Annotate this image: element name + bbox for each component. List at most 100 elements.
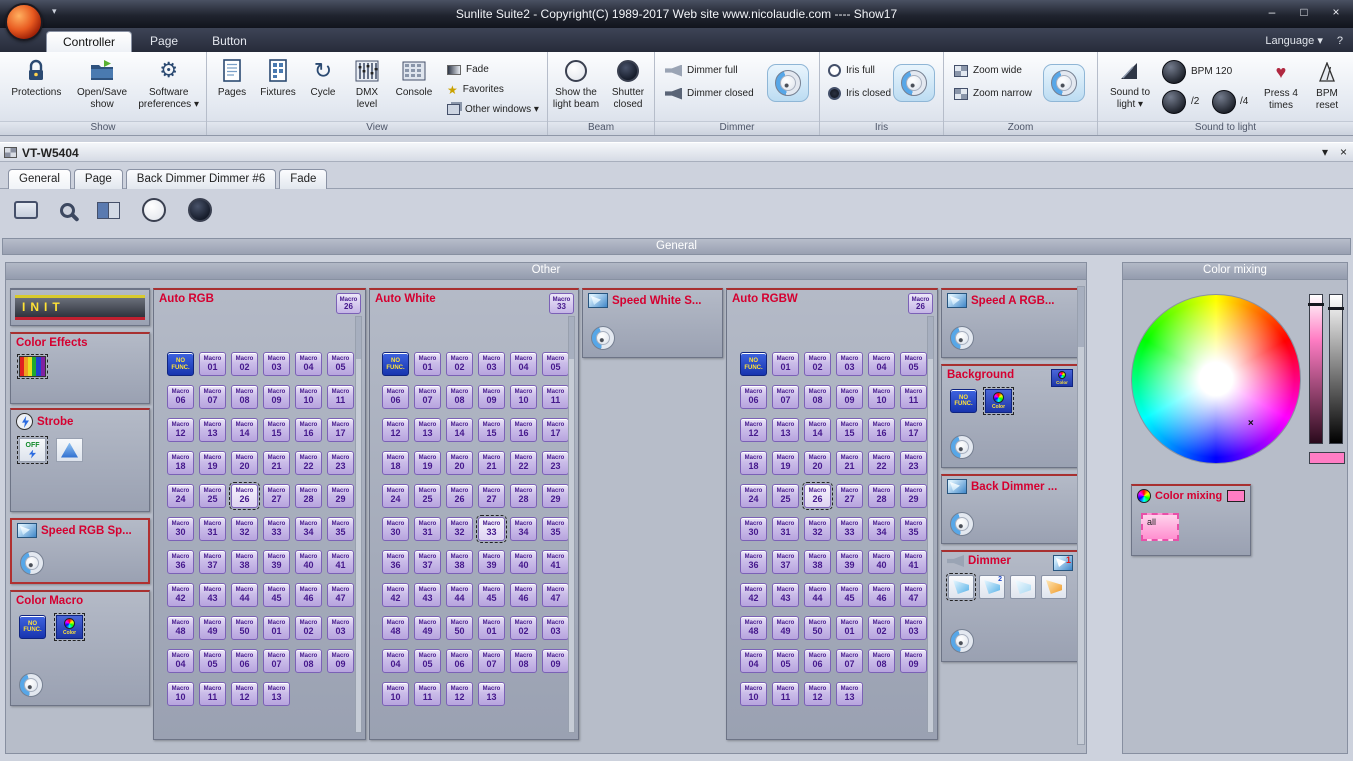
- show-light-beam-button[interactable]: Show the light beam: [551, 57, 601, 110]
- macro-button[interactable]: Macro 09: [478, 385, 505, 409]
- color-macro-knob[interactable]: [19, 673, 43, 697]
- macro-button[interactable]: Macro 26: [446, 484, 473, 508]
- macro-button[interactable]: Macro 26: [802, 482, 833, 510]
- macro-button[interactable]: Macro 12: [804, 682, 831, 706]
- macro-button[interactable]: Macro 36: [382, 550, 409, 574]
- macro-button[interactable]: Macro 17: [542, 418, 569, 442]
- macro-button[interactable]: Macro 16: [295, 418, 322, 442]
- no-func-button[interactable]: NO FUNC.: [19, 615, 46, 639]
- macro-button[interactable]: Macro 06: [804, 649, 831, 673]
- macro-button[interactable]: Macro 39: [263, 550, 290, 574]
- fixtures-button[interactable]: Fixtures: [255, 57, 301, 118]
- console-button[interactable]: Console: [391, 57, 437, 118]
- macro-button[interactable]: Macro 03: [263, 352, 290, 376]
- macro-button[interactable]: Macro 29: [542, 484, 569, 508]
- macro-button[interactable]: Macro 37: [199, 550, 226, 574]
- quick-access-caret[interactable]: ▾: [52, 6, 57, 17]
- window-collapse-button[interactable]: ▾: [1322, 145, 1328, 159]
- init-button[interactable]: INIT: [15, 295, 145, 320]
- macro-button[interactable]: Macro 06: [382, 385, 409, 409]
- macro-button[interactable]: Macro 46: [295, 583, 322, 607]
- macro-button[interactable]: Macro 32: [231, 517, 258, 541]
- macro-button[interactable]: Macro 47: [542, 583, 569, 607]
- macro-button[interactable]: Macro 28: [510, 484, 537, 508]
- color-effect-button[interactable]: [17, 354, 48, 379]
- macro-button[interactable]: Macro 09: [900, 649, 927, 673]
- favorites-button[interactable]: ★ Favorites: [447, 81, 539, 98]
- window-close-button[interactable]: ×: [1340, 145, 1347, 159]
- macro-button[interactable]: Macro 25: [199, 484, 226, 508]
- zoom-narrow-button[interactable]: Zoom narrow: [954, 85, 1032, 102]
- macro-button[interactable]: Macro 47: [327, 583, 354, 607]
- macro-button[interactable]: Macro 41: [542, 550, 569, 574]
- macro-button[interactable]: Macro 04: [868, 352, 895, 376]
- macro-button[interactable]: Macro 06: [446, 649, 473, 673]
- back-dimmer-knob[interactable]: [950, 512, 974, 536]
- speed-a-knob[interactable]: [950, 326, 974, 350]
- macro-button[interactable]: Macro 32: [446, 517, 473, 541]
- macro-button[interactable]: Macro 50: [804, 616, 831, 640]
- cycle-button[interactable]: ↻ Cycle: [303, 57, 343, 118]
- macro-button[interactable]: Macro 35: [542, 517, 569, 541]
- split-view-icon[interactable]: [97, 201, 120, 219]
- macro-button[interactable]: Macro 38: [446, 550, 473, 574]
- macro-button[interactable]: Macro 08: [231, 385, 258, 409]
- macro-button[interactable]: Macro 07: [263, 649, 290, 673]
- macro-button[interactable]: Macro 45: [263, 583, 290, 607]
- macro-button[interactable]: Macro 23: [900, 451, 927, 475]
- macro-button[interactable]: Macro 16: [510, 418, 537, 442]
- pages-button[interactable]: Pages: [211, 57, 253, 118]
- other-panel-scrollbar[interactable]: [1077, 286, 1085, 745]
- background-knob[interactable]: [950, 435, 974, 459]
- macro-button[interactable]: Macro 25: [414, 484, 441, 508]
- macro-button[interactable]: Macro 49: [199, 616, 226, 640]
- macro-button[interactable]: Macro 28: [295, 484, 322, 508]
- macro-button[interactable]: Macro 03: [542, 616, 569, 640]
- ribbon-tab-controller[interactable]: Controller: [46, 31, 133, 52]
- macro-button[interactable]: Macro 46: [868, 583, 895, 607]
- macro-button[interactable]: Macro 10: [740, 682, 767, 706]
- bpm-knob[interactable]: [1162, 60, 1186, 84]
- macro-button[interactable]: Macro 01: [263, 616, 290, 640]
- macro-button[interactable]: Macro 38: [804, 550, 831, 574]
- macro-button[interactable]: Macro 41: [900, 550, 927, 574]
- macro-button[interactable]: Macro 43: [772, 583, 799, 607]
- window-tab[interactable]: Back Dimmer Dimmer #6: [125, 169, 277, 189]
- macro-scrollbar[interactable]: [927, 316, 934, 733]
- macro-button[interactable]: Macro 04: [295, 352, 322, 376]
- macro-button[interactable]: Macro 24: [167, 484, 194, 508]
- macro-button[interactable]: Macro 22: [510, 451, 537, 475]
- macro-button[interactable]: Macro 38: [231, 550, 258, 574]
- macro-button[interactable]: Macro 02: [295, 616, 322, 640]
- strobe-off-button[interactable]: OFF: [17, 436, 48, 464]
- ribbon-tab-button[interactable]: Button: [196, 31, 263, 52]
- macro-button[interactable]: Macro 49: [772, 616, 799, 640]
- macro-button[interactable]: Macro 01: [478, 616, 505, 640]
- macro-button[interactable]: Macro 02: [510, 616, 537, 640]
- macro-button[interactable]: Macro 36: [167, 550, 194, 574]
- bpm-div2-knob[interactable]: [1162, 90, 1186, 114]
- macro-button[interactable]: Macro 19: [414, 451, 441, 475]
- saturation-slider[interactable]: [1308, 294, 1324, 444]
- macro-button[interactable]: Macro 04: [510, 352, 537, 376]
- macro-button[interactable]: Macro 10: [510, 385, 537, 409]
- macro-button[interactable]: Macro 17: [327, 418, 354, 442]
- macro-button[interactable]: Macro 06: [167, 385, 194, 409]
- speed-white-knob[interactable]: [591, 326, 615, 350]
- macro-button[interactable]: Macro 45: [478, 583, 505, 607]
- macro-button[interactable]: Macro 12: [740, 418, 767, 442]
- macro-button[interactable]: Macro 21: [478, 451, 505, 475]
- macro-button[interactable]: Macro 14: [804, 418, 831, 442]
- macro-button[interactable]: Macro 40: [295, 550, 322, 574]
- macro-button[interactable]: Macro 24: [740, 484, 767, 508]
- macro-button[interactable]: Macro 29: [900, 484, 927, 508]
- macro-button[interactable]: Macro 05: [900, 352, 927, 376]
- macro-button[interactable]: Macro 03: [478, 352, 505, 376]
- color-mixing-all-button[interactable]: all: [1141, 513, 1179, 541]
- macro-button[interactable]: Macro 11: [199, 682, 226, 706]
- macro-button[interactable]: Macro 30: [382, 517, 409, 541]
- window-tab[interactable]: Page: [73, 169, 123, 189]
- macro-button[interactable]: Macro 27: [478, 484, 505, 508]
- macro-button[interactable]: Macro 05: [414, 649, 441, 673]
- strobe-flash-button[interactable]: [56, 438, 83, 462]
